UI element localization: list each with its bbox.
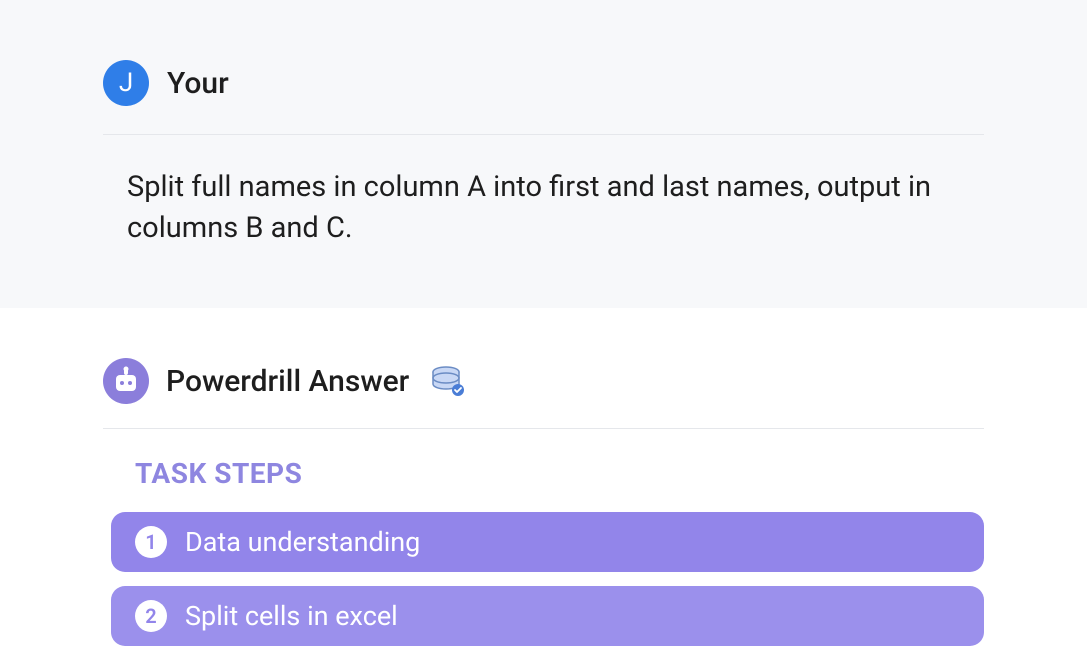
task-step-item[interactable]: 1 Data understanding (111, 512, 984, 572)
user-prompt: Split full names in column A into first … (103, 135, 984, 248)
step-label: Data understanding (185, 526, 420, 558)
database-icon (430, 364, 466, 398)
steps-container: 1 Data understanding 2 Split cells in ex… (103, 512, 984, 646)
user-header: J Your (103, 60, 984, 135)
avatar-initial: J (119, 68, 133, 98)
task-steps-heading: TASK STEPS (103, 429, 984, 512)
user-message-section: J Your Split full names in column A into… (0, 0, 1087, 308)
bot-avatar-icon (103, 358, 149, 404)
step-number-badge: 1 (135, 526, 167, 558)
task-step-item[interactable]: 2 Split cells in excel (111, 586, 984, 646)
answer-section: Powerdrill Answer TASK STEPS 1 Data unde… (0, 308, 1087, 646)
step-number-badge: 2 (135, 600, 167, 632)
user-avatar: J (103, 60, 149, 106)
answer-title: Powerdrill Answer (166, 364, 409, 399)
step-label: Split cells in excel (185, 600, 398, 632)
answer-header: Powerdrill Answer (103, 358, 984, 429)
user-name: Your (167, 66, 229, 101)
